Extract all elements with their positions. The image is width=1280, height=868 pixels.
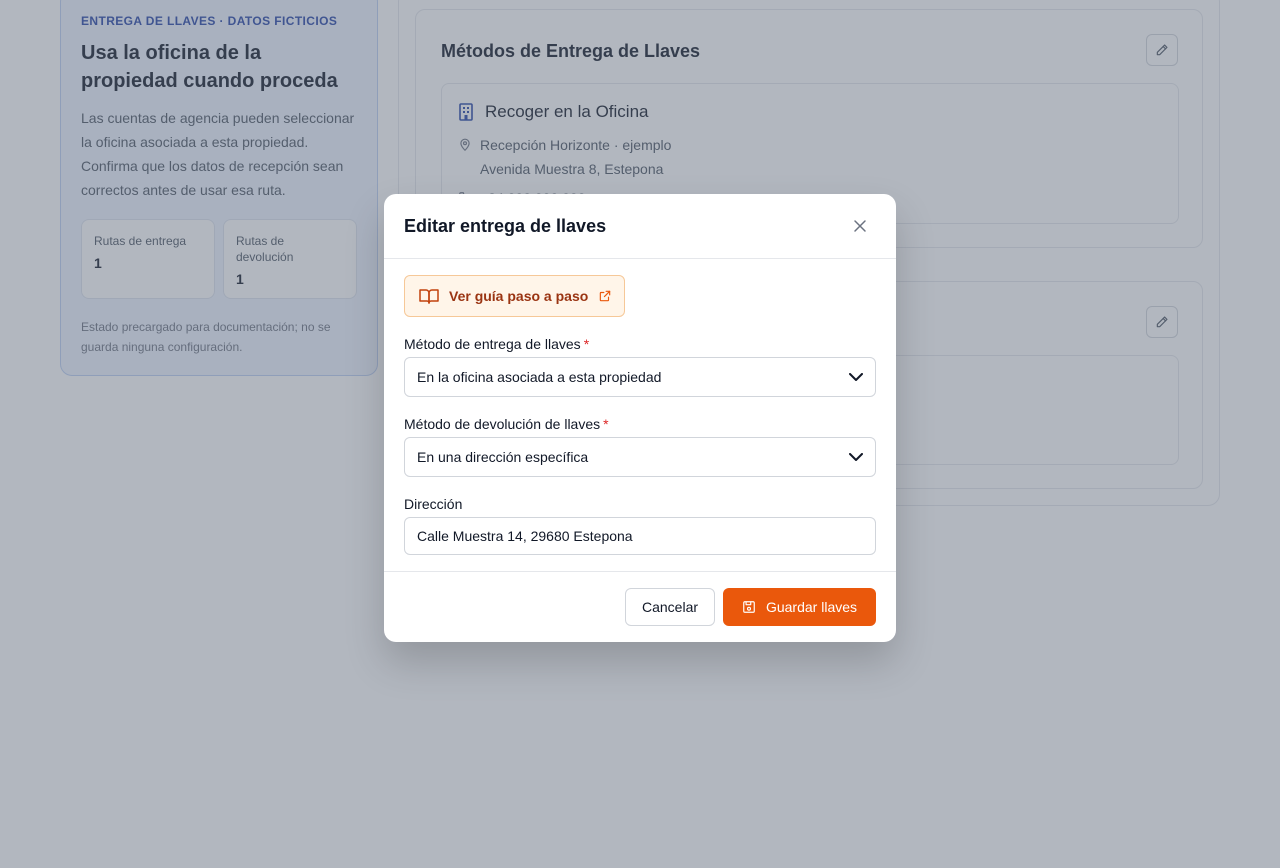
delivery-method-value: En la oficina asociada a esta propiedad <box>417 369 662 385</box>
book-open-icon <box>419 289 439 304</box>
step-by-step-guide-button[interactable]: Ver guía paso a paso <box>404 275 626 317</box>
address-label: Dirección <box>404 496 463 512</box>
delivery-method-label-text: Método de entrega de llaves <box>404 336 581 352</box>
save-keys-label: Guardar llaves <box>765 599 858 615</box>
return-method-value: En una dirección específica <box>417 449 589 465</box>
modal-header: Editar entrega de llaves <box>384 194 896 259</box>
external-link-icon <box>600 290 611 302</box>
chevron-down-icon <box>849 452 863 461</box>
chevron-down-icon <box>849 372 863 381</box>
return-method-select[interactable]: En una dirección específica <box>404 437 876 477</box>
save-keys-button[interactable]: Guardar llaves <box>723 588 876 626</box>
cancel-button[interactable]: Cancelar <box>625 588 715 626</box>
guide-label: Ver guía paso a paso <box>449 288 589 304</box>
return-method-label-text: Método de devolución de llaves <box>404 416 601 432</box>
save-icon <box>743 601 755 613</box>
delivery-method-select[interactable]: En la oficina asociada a esta propiedad <box>404 357 876 397</box>
modal-title: Editar entrega de llaves <box>404 216 607 236</box>
modal-footer: Cancelar Guardar llaves <box>384 571 896 642</box>
address-input[interactable] <box>404 517 876 555</box>
required-marker: * <box>603 416 609 432</box>
close-button[interactable] <box>850 216 870 236</box>
required-marker: * <box>583 336 590 352</box>
return-method-label: Método de devolución de llaves * <box>404 416 609 432</box>
close-icon <box>854 220 866 232</box>
delivery-method-label: Método de entrega de llaves * <box>404 336 589 352</box>
edit-key-delivery-modal: Editar entrega de llaves Ver guía paso a… <box>384 194 896 642</box>
